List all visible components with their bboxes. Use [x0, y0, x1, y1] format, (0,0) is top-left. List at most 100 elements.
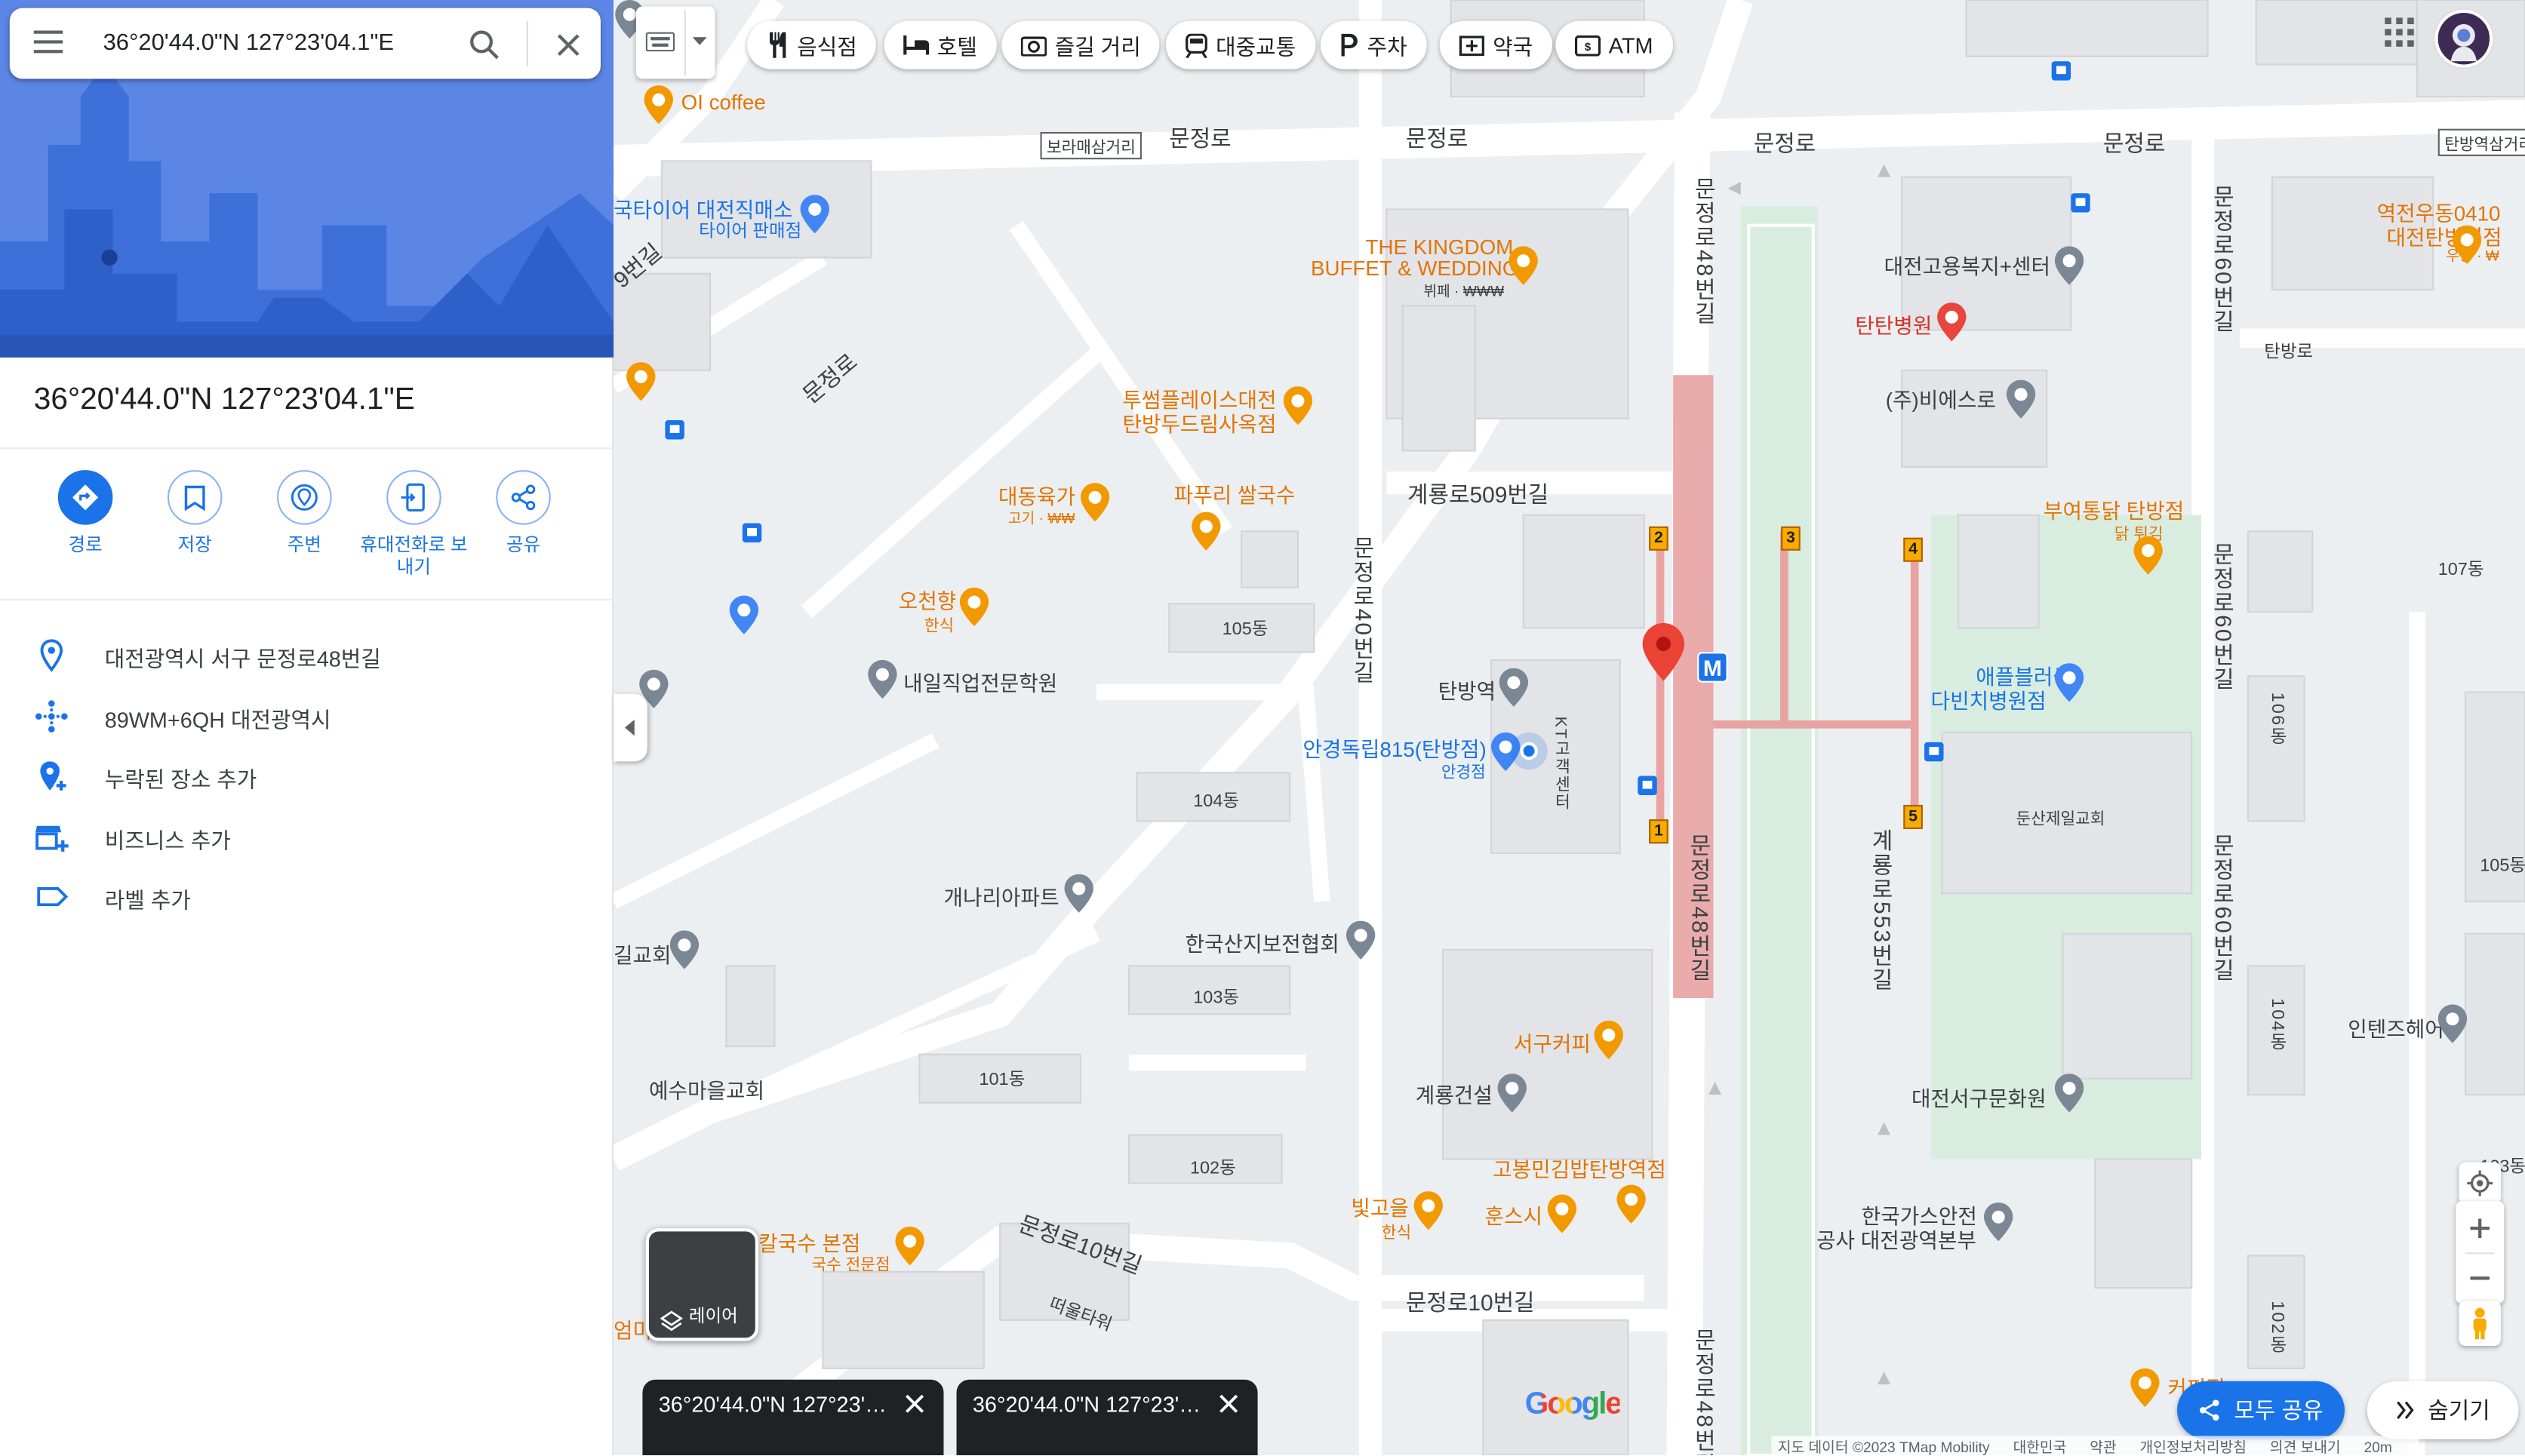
address-row[interactable]: 대전광역시 서구 문정로48번길 — [0, 625, 614, 683]
poi-label[interactable]: 훈스시 — [1484, 1200, 1542, 1230]
restaurant-pin-icon[interactable] — [1616, 1184, 1646, 1224]
cafe-pin-icon[interactable] — [1283, 386, 1313, 425]
chip-transit[interactable]: 대중교통 — [1165, 20, 1315, 69]
cafe-pin-icon[interactable] — [2130, 1368, 2160, 1408]
poi-label[interactable]: 대동육가 — [998, 480, 1075, 511]
input-tools-button[interactable] — [635, 6, 715, 79]
account-avatar[interactable] — [2434, 9, 2493, 68]
my-location-button[interactable] — [2459, 1162, 2501, 1205]
poi-label[interactable]: 한국산지보전협회 — [1186, 927, 1339, 958]
poi-label[interactable]: 길교회 — [614, 938, 672, 969]
place-pin-icon[interactable] — [1983, 1203, 2013, 1242]
share-all-button[interactable]: 모두 공유 — [2177, 1381, 2345, 1439]
poi-label[interactable]: 계룡건설 — [1416, 1079, 1493, 1110]
restaurant-pin-icon[interactable] — [959, 587, 989, 627]
restaurant-pin-icon[interactable] — [626, 362, 656, 401]
cafe-pin-icon[interactable] — [1594, 1020, 1623, 1060]
menu-button[interactable] — [32, 29, 65, 57]
poi-label[interactable]: 다빈치병원점 — [1931, 684, 2047, 715]
station-pin-icon[interactable] — [1499, 668, 1529, 707]
restaurant-pin-icon[interactable] — [2133, 536, 2163, 575]
bus-stop-icon[interactable] — [1638, 776, 1657, 796]
add-label-row[interactable]: 라벨 추가 — [0, 866, 614, 924]
poi-label[interactable]: 개나리아파트 — [943, 880, 1059, 911]
privacy-link[interactable]: 개인정보처리방침 — [2140, 1439, 2247, 1455]
poi-label[interactable]: 탄탄병원 — [1855, 309, 1932, 340]
poi-label[interactable]: (주)비에스로 — [1886, 383, 1996, 414]
selected-location-pin-icon[interactable] — [1642, 622, 1685, 681]
chip-pharmacy[interactable]: 약국 — [1439, 20, 1552, 69]
restaurant-pin-icon[interactable] — [1080, 483, 1110, 522]
restaurant-pin-icon[interactable] — [1509, 246, 1538, 285]
shop-pin-icon[interactable] — [800, 195, 829, 234]
apartment-pin-icon[interactable] — [1064, 874, 1093, 913]
apps-grid-icon[interactable] — [2380, 13, 2419, 51]
feedback-link[interactable]: 의견 보내기 — [2270, 1439, 2341, 1455]
bus-stop-icon[interactable] — [665, 419, 684, 440]
restaurant-pin-icon[interactable] — [2452, 225, 2482, 264]
recent-place-tab[interactable]: 36°20'44.0"N 127°23'04.... — [956, 1379, 1258, 1456]
place-pin-icon[interactable] — [1346, 920, 1376, 960]
restaurant-pin-icon[interactable] — [1192, 511, 1221, 551]
church-pin-icon[interactable] — [669, 930, 700, 969]
bus-stop-icon[interactable] — [2071, 193, 2090, 213]
chip-things-to-do[interactable]: 즐길 거리 — [1001, 20, 1161, 69]
poi-label[interactable]: 내일직업전문학원 — [903, 666, 1057, 697]
poi-label[interactable]: 인텐즈헤어 — [2348, 1012, 2444, 1043]
government-pin-icon[interactable] — [2054, 246, 2084, 285]
place-pin-icon[interactable] — [1497, 1074, 1527, 1113]
school-pin-icon[interactable] — [868, 659, 897, 699]
bus-stop-icon[interactable] — [742, 523, 762, 543]
poi-label[interactable]: OI coffee — [681, 90, 766, 114]
scale-label[interactable]: 20m — [2364, 1439, 2392, 1455]
cafe-pin-icon[interactable] — [644, 85, 673, 124]
chip-parking[interactable]: 주차 — [1320, 20, 1427, 69]
poi-label[interactable]: 고봉민김밥탄방역점 — [1493, 1153, 1666, 1184]
poi-label[interactable]: 둔산제일교회 — [2016, 805, 2105, 828]
close-icon[interactable] — [551, 27, 586, 63]
bus-stop-icon[interactable] — [2051, 61, 2071, 81]
map-canvas[interactable]: 문정로 문정로 문정로 문정로 문정로 계룡로509번길 문정로10번길 문정로… — [614, 0, 2525, 1456]
zoom-out-button[interactable] — [2456, 1254, 2504, 1302]
terms-link[interactable]: 약관 — [2090, 1439, 2116, 1455]
restaurant-pin-icon[interactable] — [895, 1227, 924, 1266]
search-input[interactable] — [103, 20, 441, 66]
send-to-phone-button[interactable]: 휴대전화로 보내기 — [358, 470, 470, 579]
save-button[interactable]: 저장 — [139, 470, 251, 557]
search-icon[interactable] — [466, 26, 504, 64]
bus-stop-icon[interactable] — [1924, 742, 1944, 762]
poi-label[interactable]: BUFFET & WEDDING — [1311, 256, 1518, 280]
place-pin-icon[interactable] — [2054, 1074, 2084, 1113]
close-icon[interactable] — [1216, 1391, 1241, 1417]
hide-button[interactable]: 숨기기 — [2367, 1381, 2519, 1439]
nearby-button[interactable]: 주변 — [248, 470, 361, 557]
poi-label[interactable]: KT고객센터 — [1548, 717, 1572, 811]
poi-label[interactable]: 탄방역 — [1438, 674, 1496, 705]
poi-label[interactable]: 대전서구문화원 — [1911, 1082, 2047, 1113]
shop-pin-icon[interactable] — [729, 595, 759, 634]
poi-label[interactable]: 공사 대전광역본부 — [1816, 1224, 1976, 1255]
collapse-panel-button[interactable] — [614, 693, 647, 762]
place-pin-icon[interactable] — [2437, 1004, 2468, 1043]
poi-label[interactable]: 서구커피 — [1514, 1027, 1591, 1058]
zoom-in-button[interactable] — [2456, 1204, 2504, 1252]
street-view-pegman[interactable] — [2459, 1301, 2501, 1346]
chip-atm[interactable]: $ ATM — [1555, 20, 1673, 69]
close-icon[interactable] — [902, 1391, 927, 1417]
poi-label[interactable]: 예수마을교회 — [649, 1074, 764, 1104]
poi-label[interactable]: 오천향 — [899, 585, 957, 616]
poi-label[interactable]: 대전고용복지+센터 — [1884, 250, 2050, 281]
chip-restaurants[interactable]: 음식점 — [747, 20, 877, 69]
poi-label[interactable]: 탄방두드림사옥점 — [1122, 407, 1276, 438]
restaurant-pin-icon[interactable] — [1547, 1194, 1577, 1233]
add-business-row[interactable]: 비즈니스 추가 — [0, 806, 614, 865]
metro-station-icon[interactable]: M — [1697, 652, 1728, 683]
recent-place-tab[interactable]: 36°20'44.0"N 127°23'04.... — [642, 1379, 944, 1456]
directions-button[interactable]: 경로 — [29, 470, 141, 557]
hospital-pin-icon[interactable] — [2054, 663, 2084, 702]
poi-label[interactable]: 파푸리 쌀국수 — [1174, 478, 1296, 509]
hospital-pin-icon[interactable] — [1937, 303, 1967, 342]
poi-label[interactable]: 빛고을 — [1351, 1191, 1409, 1222]
chip-hotels[interactable]: 호텔 — [884, 20, 997, 69]
share-button[interactable]: 공유 — [467, 470, 580, 557]
